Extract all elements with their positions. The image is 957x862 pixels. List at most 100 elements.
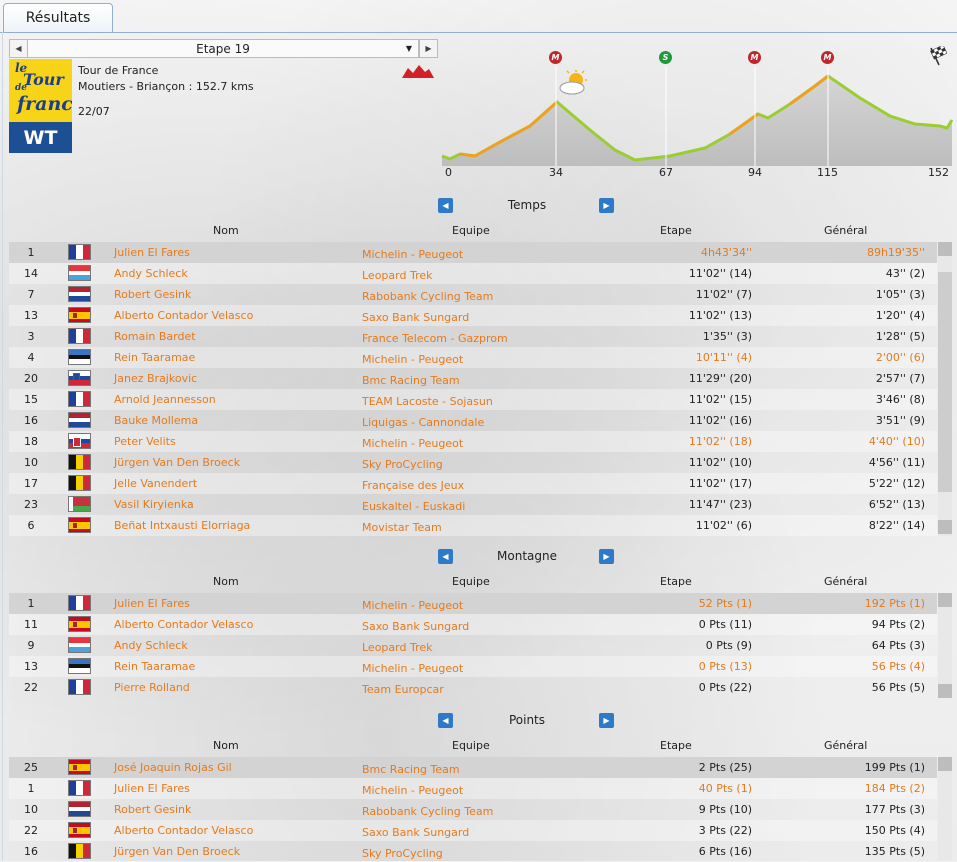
team-name-link[interactable]: Leopard Trek	[362, 641, 433, 654]
rider-name-link[interactable]: Janez Brajkovic	[114, 372, 197, 385]
column-header-name[interactable]: Nom	[213, 575, 239, 588]
team-name-link[interactable]: Française des Jeux	[362, 479, 464, 492]
table-row[interactable]: 17 Jelle Vanendert Française des Jeux 11'02…	[9, 473, 937, 494]
rider-name-link[interactable]: Alberto Contador Velasco	[114, 309, 253, 322]
table-row[interactable]: 16 Bauke Mollema Liquigas - Cannondale 11'0…	[9, 410, 937, 431]
prev-classification-button[interactable]: ◀	[438, 549, 453, 564]
scroll-down-button[interactable]	[938, 520, 952, 534]
table-row[interactable]: 25 José Joaquin Rojas Gil Bmc Racing Team 2…	[9, 757, 937, 778]
scroll-up-button[interactable]	[938, 242, 952, 256]
table-row[interactable]: 13 Rein Taaramae Michelin - Peugeot 0 Pts (…	[9, 656, 937, 677]
rider-name-link[interactable]: Robert Gesink	[114, 288, 191, 301]
team-name-link[interactable]: Sky ProCycling	[362, 458, 443, 471]
rider-name-link[interactable]: Bauke Mollema	[114, 414, 198, 427]
rider-name-link[interactable]: Jelle Vanendert	[114, 477, 197, 490]
next-classification-button[interactable]: ▶	[599, 549, 614, 564]
team-name-link[interactable]: Bmc Racing Team	[362, 763, 460, 776]
rider-name-link[interactable]: Jürgen Van Den Broeck	[114, 456, 240, 469]
mountain-marker-icon[interactable]: M	[748, 51, 761, 64]
team-name-link[interactable]: Saxo Bank Sungard	[362, 311, 469, 324]
team-name-link[interactable]: Rabobank Cycling Team	[362, 805, 493, 818]
table-row[interactable]: 10 Robert Gesink Rabobank Cycling Team 9 Pt…	[9, 799, 937, 820]
team-name-link[interactable]: Michelin - Peugeot	[362, 662, 463, 675]
table-row[interactable]: 1 Julien El Fares Michelin - Peugeot 4h43'3…	[9, 242, 937, 263]
next-classification-button[interactable]: ▶	[599, 198, 614, 213]
column-header-stage[interactable]: Etape	[660, 739, 692, 752]
table-row[interactable]: 1 Julien El Fares Michelin - Peugeot 52 Pts…	[9, 593, 937, 614]
team-name-link[interactable]: Liquigas - Cannondale	[362, 416, 484, 429]
montagne-scrollbar[interactable]	[938, 593, 952, 698]
rider-name-link[interactable]: Peter Velits	[114, 435, 176, 448]
table-row[interactable]: 16 Jürgen Van Den Broeck Sky ProCycling 6 P…	[9, 841, 937, 862]
team-name-link[interactable]: Michelin - Peugeot	[362, 437, 463, 450]
rider-name-link[interactable]: Rein Taaramae	[114, 660, 195, 673]
table-row[interactable]: 22 Alberto Contador Velasco Saxo Bank Sung…	[9, 820, 937, 841]
table-row[interactable]: 18 Peter Velits Michelin - Peugeot 11'02'' …	[9, 431, 937, 452]
team-name-link[interactable]: Sky ProCycling	[362, 847, 443, 860]
points-scrollbar[interactable]	[938, 757, 952, 861]
rider-name-link[interactable]: Beñat Intxausti Elorriaga	[114, 519, 250, 532]
stage-dropdown[interactable]: Etape 19 ▼	[27, 39, 419, 58]
team-name-link[interactable]: Michelin - Peugeot	[362, 784, 463, 797]
table-row[interactable]: 13 Alberto Contador Velasco Saxo Bank Sung…	[9, 305, 937, 326]
rider-name-link[interactable]: Julien El Fares	[114, 246, 190, 259]
rider-name-link[interactable]: Alberto Contador Velasco	[114, 618, 253, 631]
team-name-link[interactable]: Movistar Team	[362, 521, 442, 534]
table-row[interactable]: 23 Vasil Kiryienka Euskaltel - Euskadi 11'4…	[9, 494, 937, 515]
column-header-name[interactable]: Nom	[213, 224, 239, 237]
team-name-link[interactable]: Leopard Trek	[362, 269, 433, 282]
column-header-name[interactable]: Nom	[213, 739, 239, 752]
table-row[interactable]: 20 Janez Brajkovic Bmc Racing Team 11'29'' …	[9, 368, 937, 389]
scroll-thumb[interactable]	[938, 272, 952, 492]
scroll-up-button[interactable]	[938, 757, 952, 771]
prev-classification-button[interactable]: ◀	[438, 198, 453, 213]
table-row[interactable]: 6 Beñat Intxausti Elorriaga Movistar Team 1…	[9, 515, 937, 536]
column-header-team[interactable]: Equipe	[452, 739, 490, 752]
table-row[interactable]: 10 Jürgen Van Den Broeck Sky ProCycling 11'…	[9, 452, 937, 473]
rider-name-link[interactable]: Pierre Rolland	[114, 681, 190, 694]
table-row[interactable]: 11 Alberto Contador Velasco Saxo Bank Sung…	[9, 614, 937, 635]
rider-name-link[interactable]: José Joaquin Rojas Gil	[114, 761, 232, 774]
column-header-team[interactable]: Equipe	[452, 224, 490, 237]
temps-scrollbar[interactable]	[938, 242, 952, 536]
mountain-marker-icon[interactable]: M	[821, 51, 834, 64]
column-header-general[interactable]: Général	[824, 739, 867, 752]
rider-name-link[interactable]: Arnold Jeannesson	[114, 393, 216, 406]
team-name-link[interactable]: Team Europcar	[362, 683, 444, 696]
tab-resultats[interactable]: Résultats	[3, 3, 113, 32]
rider-name-link[interactable]: Andy Schleck	[114, 267, 188, 280]
column-header-general[interactable]: Général	[824, 575, 867, 588]
rider-name-link[interactable]: Rein Taaramae	[114, 351, 195, 364]
table-row[interactable]: 14 Andy Schleck Leopard Trek 11'02'' (14) 43…	[9, 263, 937, 284]
team-name-link[interactable]: France Telecom - Gazprom	[362, 332, 508, 345]
table-row[interactable]: 3 Romain Bardet France Telecom - Gazprom 1'…	[9, 326, 937, 347]
column-header-stage[interactable]: Etape	[660, 575, 692, 588]
team-name-link[interactable]: Michelin - Peugeot	[362, 248, 463, 261]
team-name-link[interactable]: Rabobank Cycling Team	[362, 290, 493, 303]
rider-name-link[interactable]: Julien El Fares	[114, 597, 190, 610]
team-name-link[interactable]: Michelin - Peugeot	[362, 599, 463, 612]
team-name-link[interactable]: Saxo Bank Sungard	[362, 826, 469, 839]
rider-name-link[interactable]: Julien El Fares	[114, 782, 190, 795]
prev-classification-button[interactable]: ◀	[438, 713, 453, 728]
team-name-link[interactable]: Bmc Racing Team	[362, 374, 460, 387]
team-name-link[interactable]: Euskaltel - Euskadi	[362, 500, 465, 513]
table-row[interactable]: 1 Julien El Fares Michelin - Peugeot 40 Pts…	[9, 778, 937, 799]
table-row[interactable]: 7 Robert Gesink Rabobank Cycling Team 11'02…	[9, 284, 937, 305]
column-header-general[interactable]: Général	[824, 224, 867, 237]
prev-stage-button[interactable]: ◀	[9, 39, 28, 58]
sprint-marker-icon[interactable]: S	[659, 51, 672, 64]
team-name-link[interactable]: TEAM Lacoste - Sojasun	[362, 395, 493, 408]
rider-name-link[interactable]: Robert Gesink	[114, 803, 191, 816]
next-classification-button[interactable]: ▶	[599, 713, 614, 728]
table-row[interactable]: 9 Andy Schleck Leopard Trek 0 Pts (9) 64 Pts…	[9, 635, 937, 656]
table-row[interactable]: 22 Pierre Rolland Team Europcar 0 Pts (22) 5…	[9, 677, 937, 698]
table-row[interactable]: 15 Arnold Jeannesson TEAM Lacoste - Sojasu…	[9, 389, 937, 410]
scroll-down-button[interactable]	[938, 684, 952, 698]
team-name-link[interactable]: Saxo Bank Sungard	[362, 620, 469, 633]
rider-name-link[interactable]: Vasil Kiryienka	[114, 498, 194, 511]
table-row[interactable]: 4 Rein Taaramae Michelin - Peugeot 10'11'' …	[9, 347, 937, 368]
column-header-stage[interactable]: Etape	[660, 224, 692, 237]
next-stage-button[interactable]: ▶	[419, 39, 438, 58]
scroll-up-button[interactable]	[938, 593, 952, 607]
